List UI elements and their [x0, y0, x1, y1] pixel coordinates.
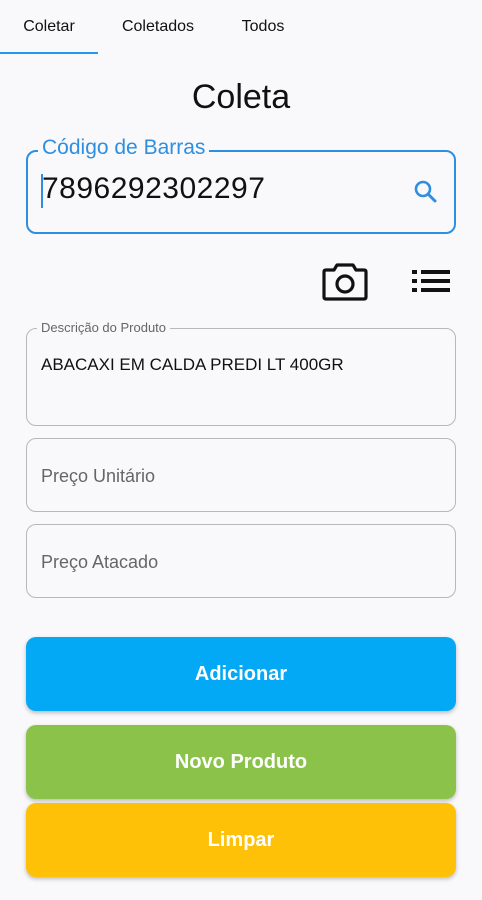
camera-icon[interactable]: [322, 260, 368, 302]
tab-todos-label: Todos: [241, 18, 285, 35]
tab-coletados[interactable]: Coletados: [108, 0, 208, 54]
unit-price-field[interactable]: Preço Unitário: [26, 438, 456, 512]
tab-coletar[interactable]: Coletar: [0, 0, 98, 54]
text-cursor: [41, 174, 43, 208]
product-description-label: Descrição do Produto: [37, 320, 171, 335]
tab-coletados-label: Coletados: [121, 18, 195, 35]
list-icon[interactable]: [410, 264, 452, 298]
product-description-field[interactable]: Descrição do Produto ABACAXI EM CALDA PR…: [26, 320, 456, 426]
page-title: Coleta: [191, 78, 291, 116]
product-description-value: ABACAXI EM CALDA PREDI LT 400GR: [41, 355, 344, 374]
clear-button[interactable]: Limpar: [26, 803, 456, 877]
wholesale-price-field[interactable]: Preço Atacado: [26, 524, 456, 598]
tab-todos[interactable]: Todos: [226, 0, 300, 54]
barcode-value: 7896292302297: [42, 172, 266, 205]
tab-coletar-label: Coletar: [23, 18, 75, 35]
wholesale-price-placeholder: Preço Atacado: [41, 552, 159, 572]
new-product-button[interactable]: Novo Produto: [26, 725, 456, 799]
barcode-label: Código de Barras: [38, 136, 210, 160]
search-icon[interactable]: [412, 178, 440, 206]
active-tab-indicator: [0, 52, 98, 54]
barcode-input[interactable]: Código de Barras 7896292302297: [26, 136, 456, 234]
unit-price-placeholder: Preço Unitário: [41, 466, 156, 486]
tab-bar: Coletar Coletados Todos: [0, 0, 482, 54]
add-button[interactable]: Adicionar: [26, 637, 456, 711]
